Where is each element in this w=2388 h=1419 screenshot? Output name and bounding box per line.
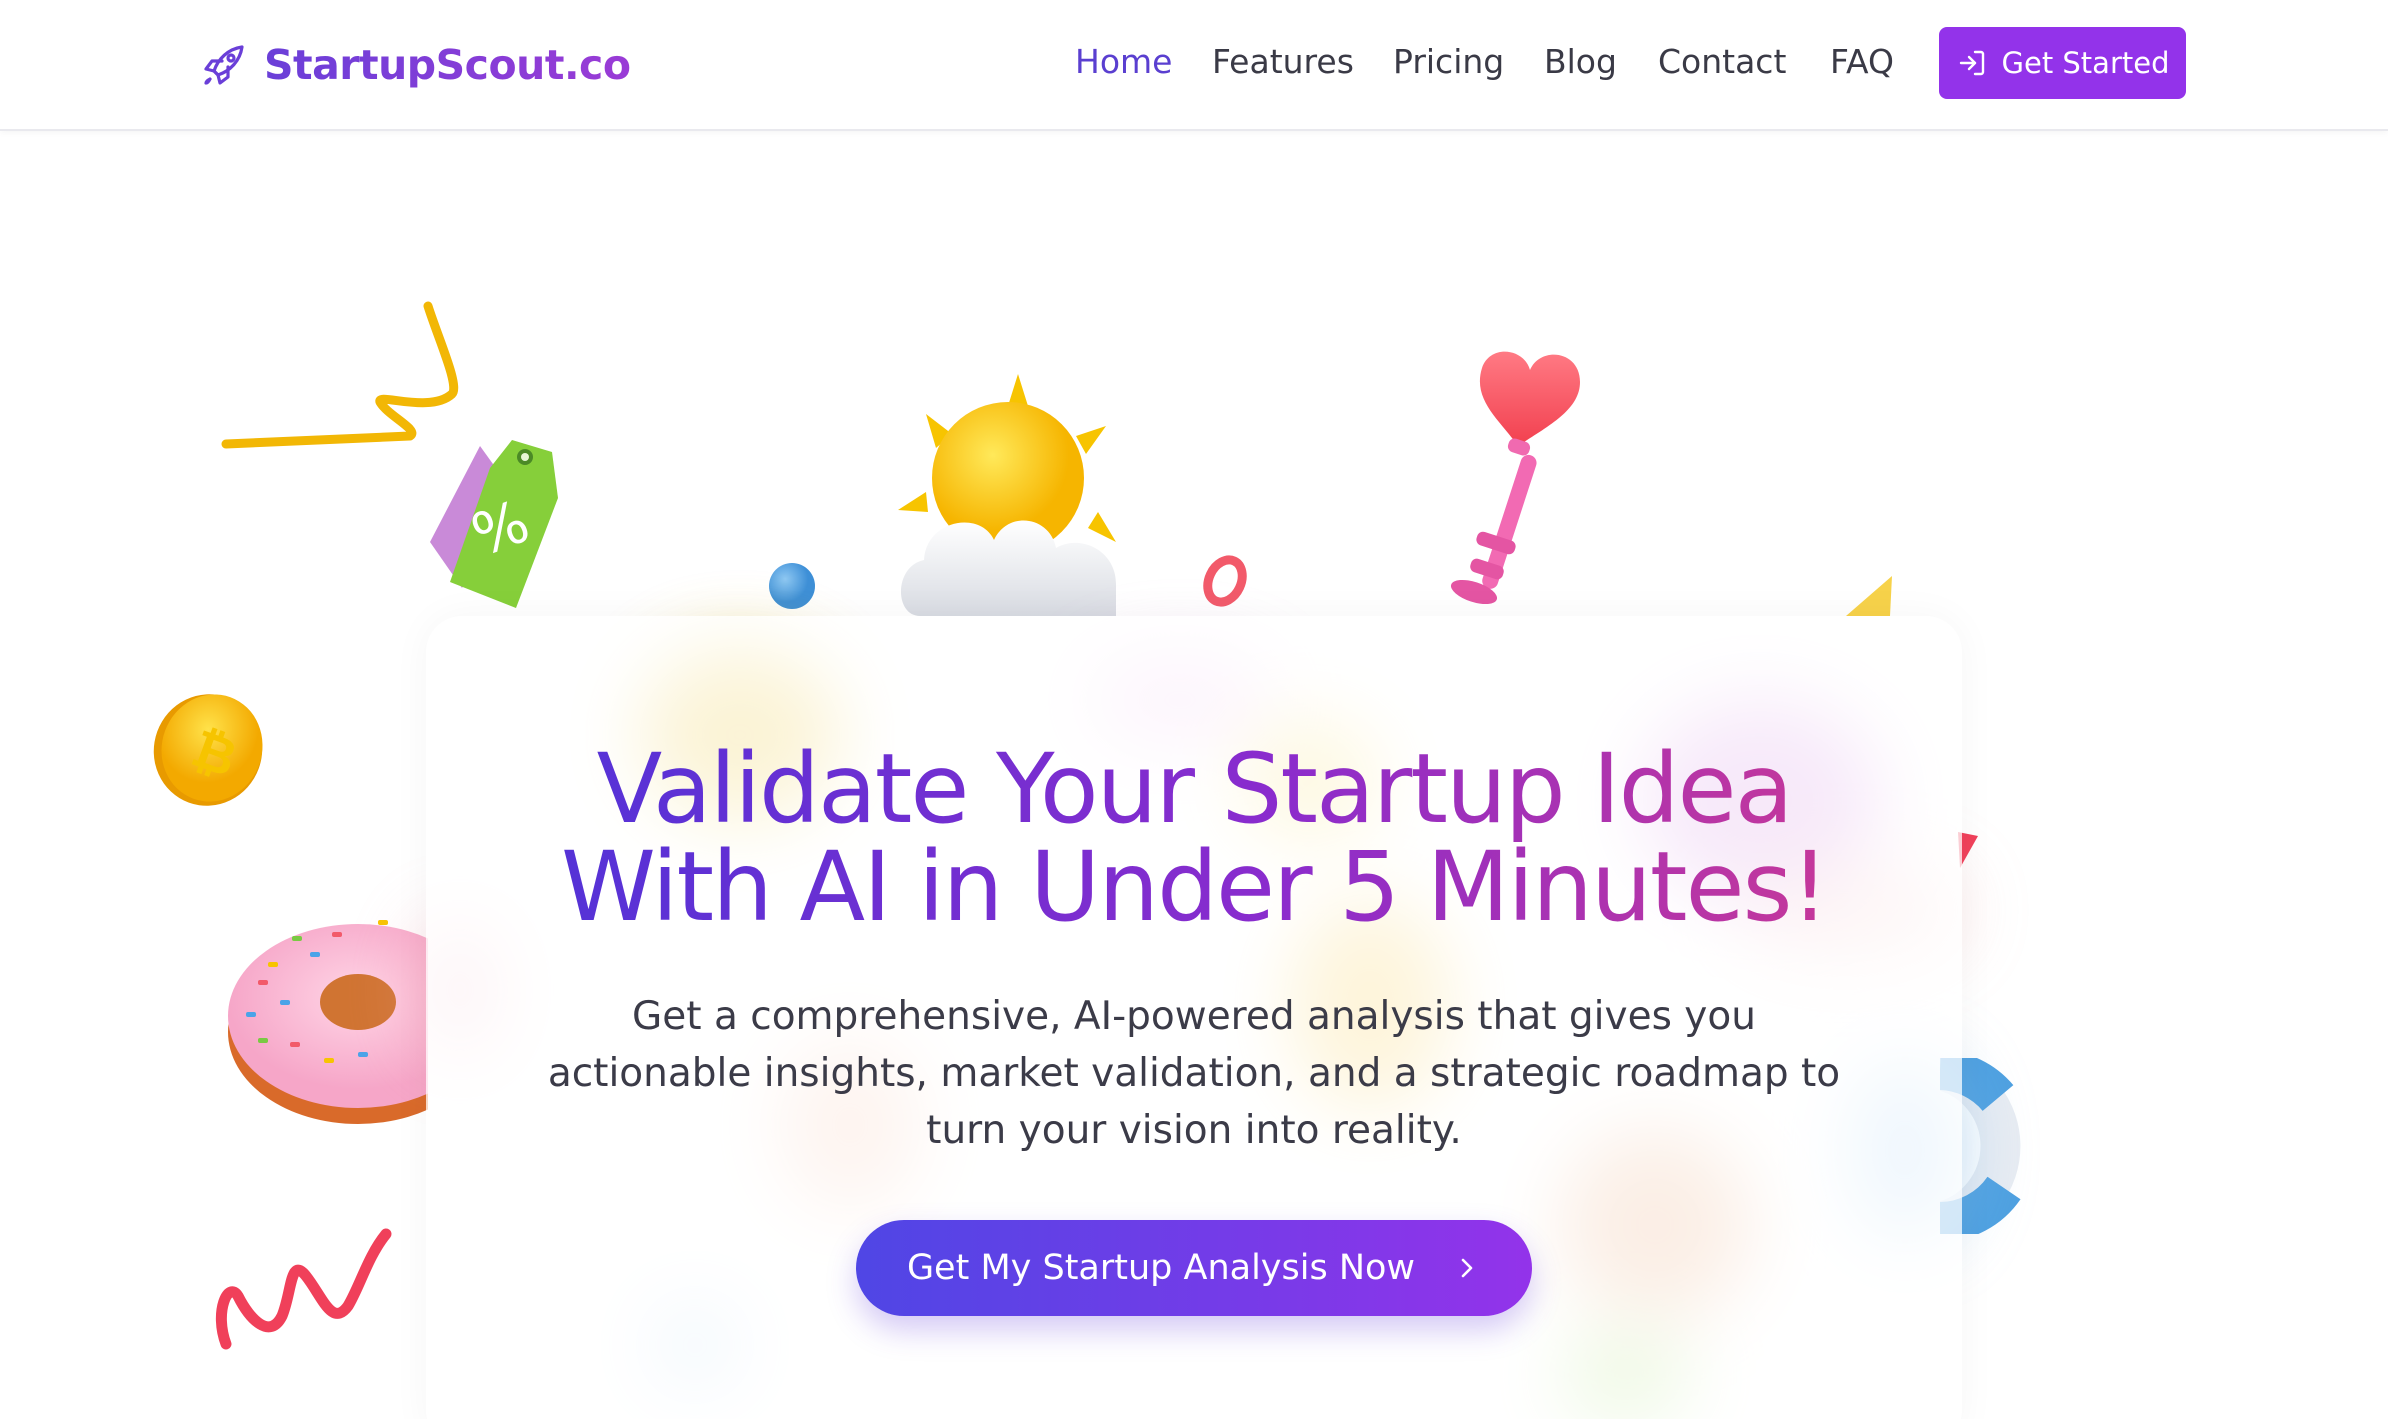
sun-cloud-icon (898, 374, 1116, 616)
hero-subtitle: Get a comprehensive, AI-powered analysis… (547, 994, 1841, 1153)
heart-key-icon (1450, 351, 1580, 605)
rocket-icon (204, 45, 244, 85)
get-analysis-button[interactable]: Get My Startup Analysis Now (856, 1220, 1532, 1316)
get-started-label: Get Started (2001, 46, 2170, 80)
spring-icon (215, 1228, 392, 1350)
get-analysis-label: Get My Startup Analysis Now (906, 1248, 1416, 1288)
chevron-right-icon (1461, 1258, 1473, 1278)
blue-ball-icon (769, 563, 815, 609)
brand-name: StartupScout.co (264, 41, 631, 89)
hero-title-line1: Validate Your Startup Idea (596, 733, 1792, 845)
nav-features[interactable]: Features (1212, 42, 1354, 81)
hero-title: Validate Your Startup Idea With AI in Un… (426, 740, 1962, 936)
hero-title-line2: With AI in Under 5 Minutes! (560, 831, 1828, 943)
brand-logo[interactable]: StartupScout.co (200, 38, 631, 92)
nav-faq[interactable]: FAQ (1830, 42, 1894, 81)
nav-contact[interactable]: Contact (1658, 42, 1786, 81)
login-arrow-icon (1959, 50, 1984, 76)
donut-icon (228, 920, 428, 1124)
ring-icon (1203, 555, 1247, 607)
nav-home[interactable]: Home (1075, 42, 1172, 81)
get-started-button[interactable]: Get Started (1939, 27, 2186, 99)
spark-icon (1846, 576, 1892, 616)
site-header: StartupScout.co Home Features Pricing Bl… (0, 0, 2388, 131)
nav-pricing[interactable]: Pricing (1393, 42, 1504, 81)
coin-icon: ₿ (153, 694, 263, 806)
price-tag-icon: % (430, 440, 558, 608)
nav-blog[interactable]: Blog (1544, 42, 1617, 81)
